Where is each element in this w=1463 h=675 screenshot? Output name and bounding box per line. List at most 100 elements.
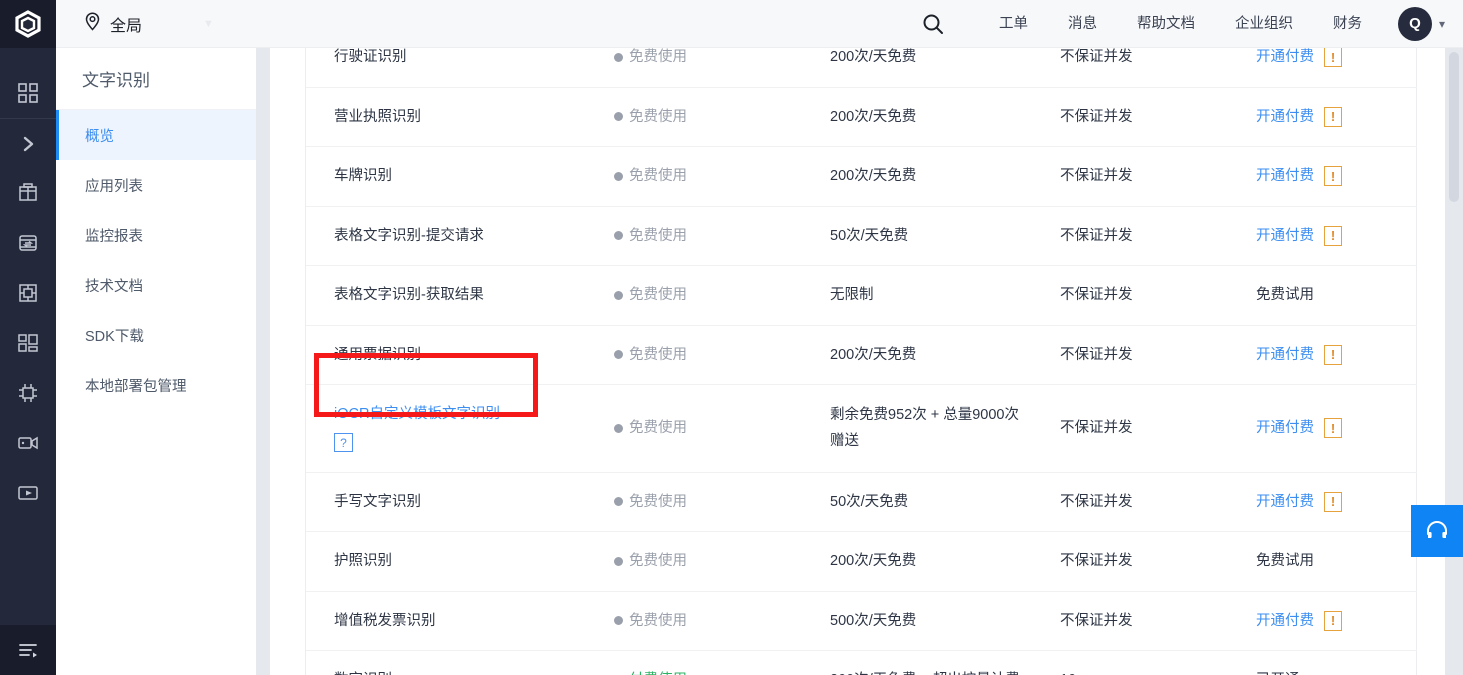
rail-item-grid-apps-icon[interactable] xyxy=(0,68,56,118)
table-row: 车牌识别 免费使用 200次/天免费 不保证并发 开通付费! xyxy=(306,146,1417,207)
rail-item-dashboard-grid-icon[interactable] xyxy=(0,318,56,368)
service-name: 表格文字识别-提交请求 xyxy=(334,227,484,244)
enable-paid-link[interactable]: 开通付费 xyxy=(1256,104,1314,130)
page-scrollbar-thumb[interactable] xyxy=(1449,52,1459,202)
free-quota-cell: 200次/天免费 + 超出按量计费 xyxy=(802,650,1032,675)
free-quota-cell: 50次/天免费 xyxy=(802,472,1032,532)
warning-exclamation-icon[interactable]: ! xyxy=(1324,106,1342,127)
status-label: 免费使用 xyxy=(629,108,687,125)
service-name[interactable]: iOCR自定义模板文字识别 xyxy=(334,401,586,427)
service-name-cell: iOCR自定义模板文字识别? xyxy=(306,384,586,473)
help-question-icon[interactable]: ? xyxy=(334,433,353,452)
free-quota-cell: 200次/天免费 xyxy=(802,325,1032,385)
brand-logo[interactable] xyxy=(0,0,56,48)
topnav-item-help-docs[interactable]: 帮助文档 xyxy=(1117,0,1215,48)
status-dot-icon xyxy=(614,616,623,625)
enable-paid-link[interactable]: 开通付费 xyxy=(1256,48,1314,70)
support-headset-icon[interactable] xyxy=(1411,505,1463,557)
table-row: iOCR自定义模板文字识别? 免费使用 剩余免费952次 + 总量9000次赠送 不保… xyxy=(306,384,1417,473)
sidebar-item-label: 技术文档 xyxy=(85,278,143,295)
enable-paid-link[interactable]: 开通付费 xyxy=(1256,163,1314,189)
service-name-cell: 数字识别 xyxy=(306,650,586,675)
topnav-item-organization[interactable]: 企业组织 xyxy=(1215,0,1313,48)
service-table-body: 行驶证识别 免费使用 200次/天免费 不保证并发 开通付费! 营业执照识别 免费使用 200… xyxy=(306,47,1417,675)
status-dot-icon xyxy=(614,231,623,240)
rail-item-database-transfer-icon[interactable] xyxy=(0,218,56,268)
concurrency-cell: 10 xyxy=(1032,650,1228,675)
status-badge: 免费使用 xyxy=(614,223,687,249)
warning-exclamation-icon[interactable]: ! xyxy=(1324,610,1342,631)
warning-exclamation-icon[interactable]: ! xyxy=(1324,225,1342,246)
region-chevron-down-icon[interactable]: ▼ xyxy=(203,18,214,30)
action-wrapper: 开通付费! xyxy=(1256,104,1342,130)
warning-exclamation-icon[interactable]: ! xyxy=(1324,418,1342,439)
free-quota-cell: 无限制 xyxy=(802,265,1032,326)
region-label: 全局 xyxy=(110,17,143,35)
concurrency-cell: 不保证并发 xyxy=(1032,206,1228,266)
enable-paid-link[interactable]: 开通付费 xyxy=(1256,415,1314,441)
sidebar-item-app-list[interactable]: 应用列表 xyxy=(56,160,256,210)
status-cell: 免费使用 xyxy=(586,146,802,207)
action-wrapper: 开通付费! xyxy=(1256,163,1342,189)
table-row: 营业执照识别 免费使用 200次/天免费 不保证并发 开通付费! xyxy=(306,87,1417,147)
warning-exclamation-icon[interactable]: ! xyxy=(1324,344,1342,365)
page-root: 全局 ▼ 工单 消息 帮助文档 企业组织 财务 Q ▾ 文字识别 概览 应用列表… xyxy=(0,0,1463,675)
search-icon[interactable] xyxy=(913,0,953,48)
table-row: 表格文字识别-获取结果 免费使用 无限制 不保证并发 免费试用 xyxy=(306,265,1417,326)
content-scroll-gutter[interactable] xyxy=(256,48,270,675)
rail-item-network-nodes-icon[interactable] xyxy=(0,368,56,418)
concurrency-cell: 不保证并发 xyxy=(1032,531,1228,592)
rail-item-ai-chip-icon[interactable] xyxy=(0,268,56,318)
rail-item-video-camera-icon[interactable] xyxy=(0,418,56,468)
avatar-chevron-down-icon: ▾ xyxy=(1438,16,1445,31)
status-cell: 付费使用 xyxy=(586,650,802,675)
status-dot-icon xyxy=(614,423,623,433)
status-badge: 付费使用 xyxy=(614,667,687,675)
free-quota-cell: 500次/天免费 xyxy=(802,591,1032,651)
rail-task-list-icon[interactable] xyxy=(0,625,56,675)
enable-paid-link[interactable]: 开通付费 xyxy=(1256,223,1314,249)
rail-item-server-rack-icon[interactable] xyxy=(0,168,56,218)
topnav-item-messages[interactable]: 消息 xyxy=(1048,0,1117,48)
status-dot-icon xyxy=(614,112,623,121)
rail-item-chevron-right-icon[interactable] xyxy=(0,118,56,168)
user-menu[interactable]: Q ▾ xyxy=(1397,6,1445,41)
service-name: 通用票据识别 xyxy=(334,346,421,363)
service-name-cell: 营业执照识别 xyxy=(306,87,586,147)
free-quota-cell: 200次/天免费 xyxy=(802,87,1032,147)
warning-exclamation-icon[interactable]: ! xyxy=(1324,166,1342,187)
topnav-item-tickets[interactable]: 工单 xyxy=(979,0,1048,48)
warning-exclamation-icon[interactable]: ! xyxy=(1324,491,1342,512)
enable-paid-link[interactable]: 开通付费 xyxy=(1256,342,1314,368)
action-cell: 开通付费! xyxy=(1228,325,1417,385)
warning-exclamation-icon[interactable]: ! xyxy=(1324,47,1342,68)
sidebar-item-monitor-reports[interactable]: 监控报表 xyxy=(56,210,256,260)
service-name: 行驶证识别 xyxy=(334,49,407,66)
rail-item-media-play-icon[interactable] xyxy=(0,468,56,518)
avatar: Q xyxy=(1397,6,1432,41)
rail-item-list xyxy=(0,48,56,625)
sidebar-item-sdk-download[interactable]: SDK下载 xyxy=(56,310,256,360)
region-selector[interactable]: 全局 ▼ xyxy=(56,0,214,48)
action-wrapper: 开通付费! xyxy=(1256,342,1342,368)
topnav-item-finance[interactable]: 财务 xyxy=(1313,0,1382,48)
sidebar-item-overview[interactable]: 概览 xyxy=(56,110,256,160)
table-row: 表格文字识别-提交请求 免费使用 50次/天免费 不保证并发 开通付费! xyxy=(306,206,1417,266)
sidebar-item-tech-docs[interactable]: 技术文档 xyxy=(56,260,256,310)
concurrency-cell: 不保证并发 xyxy=(1032,591,1228,651)
enable-paid-link[interactable]: 开通付费 xyxy=(1256,608,1314,634)
service-name: 增值税发票识别 xyxy=(334,612,436,629)
service-table: 行驶证识别 免费使用 200次/天免费 不保证并发 开通付费! 营业执照识别 免费使用 200… xyxy=(306,47,1417,675)
enable-paid-link[interactable]: 开通付费 xyxy=(1256,489,1314,515)
action-status-text: 免费试用 xyxy=(1256,553,1314,570)
action-wrapper: 免费试用 xyxy=(1256,548,1314,574)
location-pin-icon xyxy=(84,11,101,36)
status-cell: 免费使用 xyxy=(586,531,802,592)
action-cell: 已开通 xyxy=(1228,650,1417,675)
concurrency-cell: 不保证并发 xyxy=(1032,146,1228,207)
sidebar-item-local-deploy-packages[interactable]: 本地部署包管理 xyxy=(56,360,256,410)
page-scrollbar[interactable] xyxy=(1445,48,1463,675)
icon-rail xyxy=(0,0,56,675)
concurrency-cell: 不保证并发 xyxy=(1032,265,1228,326)
status-label: 免费使用 xyxy=(629,287,687,303)
